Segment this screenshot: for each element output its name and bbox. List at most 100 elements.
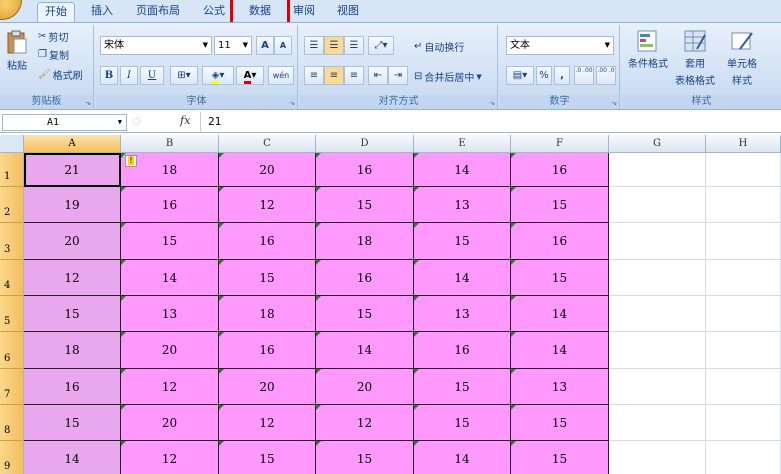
grid-cell[interactable]: 12: [121, 369, 219, 405]
column-header-g[interactable]: G: [609, 135, 706, 153]
grid-cell[interactable]: 16: [511, 153, 609, 187]
grid-cell[interactable]: 12: [219, 405, 316, 441]
column-header-e[interactable]: E: [414, 135, 511, 153]
tab-home[interactable]: 开始: [37, 2, 75, 22]
increase-decimal-button[interactable]: .0 .00: [574, 66, 594, 85]
percent-button[interactable]: %: [536, 66, 552, 85]
grid-cell[interactable]: 16: [219, 223, 316, 260]
align-top-button[interactable]: ☰: [304, 36, 324, 55]
grid-cell[interactable]: 12: [316, 405, 414, 441]
align-right-button[interactable]: ≡: [344, 66, 364, 85]
tab-review[interactable]: 审阅: [288, 2, 320, 22]
column-header-a[interactable]: A: [24, 135, 121, 153]
accounting-button[interactable]: ▤▾: [506, 66, 534, 85]
grid-cell[interactable]: 14: [316, 332, 414, 369]
office-button[interactable]: [0, 0, 22, 20]
grid-cell[interactable]: 15: [219, 441, 316, 474]
grid-cell[interactable]: 16: [511, 223, 609, 260]
dialog-launcher-icon[interactable]: ⬎: [85, 99, 91, 107]
grid-cell[interactable]: [706, 332, 781, 369]
grid-cell[interactable]: [609, 153, 706, 187]
grid-cell[interactable]: 14: [121, 260, 219, 296]
row-header[interactable]: 8: [0, 405, 24, 441]
font-name-select[interactable]: 宋体 ▼: [100, 36, 212, 55]
row-header[interactable]: 5: [0, 296, 24, 332]
dialog-launcher-icon[interactable]: ⬎: [611, 99, 617, 107]
formula-cancel-icon[interactable]: ◌: [132, 116, 141, 127]
grid-cell[interactable]: 12: [219, 187, 316, 223]
grid-cell[interactable]: 18: [316, 223, 414, 260]
cell-styles-button[interactable]: 单元格 样式: [720, 29, 764, 87]
wrap-text-button[interactable]: ↵ 自动换行: [414, 39, 464, 54]
row-header[interactable]: 9: [0, 441, 24, 474]
grid-cell[interactable]: 13: [121, 296, 219, 332]
column-header-c[interactable]: C: [219, 135, 316, 153]
grid-cell[interactable]: 15: [511, 260, 609, 296]
grid-cell[interactable]: 14: [414, 441, 511, 474]
underline-button[interactable]: U: [140, 66, 164, 85]
align-middle-button[interactable]: ☰: [324, 36, 344, 55]
grid-cell[interactable]: [706, 441, 781, 474]
conditional-formatting-button[interactable]: 条件格式: [626, 29, 670, 70]
grid-cell[interactable]: 12: [24, 260, 121, 296]
tab-insert[interactable]: 插入: [84, 2, 120, 22]
bold-button[interactable]: B: [100, 66, 118, 85]
format-as-table-button[interactable]: 套用 表格格式: [672, 29, 718, 87]
orientation-button[interactable]: ⤢▾: [368, 36, 394, 55]
grid-cell[interactable]: [706, 369, 781, 405]
grid-cell[interactable]: [706, 296, 781, 332]
grid-cell[interactable]: [609, 187, 706, 223]
grid-cell[interactable]: 20: [219, 153, 316, 187]
grid-cell[interactable]: 20: [316, 369, 414, 405]
grid-cell[interactable]: 13: [511, 369, 609, 405]
grid-cell[interactable]: 15: [316, 296, 414, 332]
dialog-launcher-icon[interactable]: ⬎: [289, 99, 295, 107]
grid-cell[interactable]: [706, 260, 781, 296]
grid-cell[interactable]: 16: [24, 369, 121, 405]
grid-cell[interactable]: 15: [219, 260, 316, 296]
grid-cell[interactable]: 20: [121, 405, 219, 441]
grid-cell[interactable]: [609, 405, 706, 441]
grid-cell[interactable]: [609, 296, 706, 332]
font-size-select[interactable]: 11 ▼: [214, 36, 252, 55]
align-bottom-button[interactable]: ☰: [344, 36, 364, 55]
copy-button[interactable]: ❐ 复制: [38, 47, 69, 62]
comma-button[interactable]: ,: [554, 66, 570, 85]
shrink-font-button[interactable]: A: [274, 36, 292, 55]
dialog-launcher-icon[interactable]: ⬎: [489, 99, 495, 107]
tab-page-layout[interactable]: 页面布局: [130, 2, 186, 22]
grid-cell[interactable]: 20: [219, 369, 316, 405]
phonetic-button[interactable]: wén: [268, 66, 294, 85]
grid-cell[interactable]: 15: [414, 405, 511, 441]
grid-cell[interactable]: [609, 260, 706, 296]
grid-cell[interactable]: 14: [414, 260, 511, 296]
increase-indent-button[interactable]: ⇥: [388, 66, 408, 85]
grid-cell[interactable]: [706, 187, 781, 223]
grid-cell[interactable]: 15: [121, 223, 219, 260]
error-warning-icon[interactable]: !: [125, 155, 137, 167]
grid-cell[interactable]: 15: [414, 223, 511, 260]
row-header[interactable]: 3: [0, 223, 24, 260]
grid-cell[interactable]: 13: [414, 187, 511, 223]
grid-cell[interactable]: [706, 153, 781, 187]
decrease-indent-button[interactable]: ⇤: [368, 66, 388, 85]
grid-cell[interactable]: [706, 405, 781, 441]
italic-button[interactable]: I: [120, 66, 138, 85]
grid-cell[interactable]: [706, 223, 781, 260]
grid-cell[interactable]: 15: [511, 441, 609, 474]
number-format-select[interactable]: 文本 ▼: [506, 36, 614, 55]
tab-formulas[interactable]: 公式: [196, 2, 232, 22]
align-center-button[interactable]: ≡: [324, 66, 344, 85]
grid-cell[interactable]: [609, 369, 706, 405]
grid-cell[interactable]: 13: [414, 296, 511, 332]
formula-input[interactable]: 21: [208, 115, 221, 128]
grid-cell[interactable]: 12: [121, 441, 219, 474]
grid-cell[interactable]: [609, 441, 706, 474]
paste-button[interactable]: 粘贴: [4, 29, 30, 72]
grid-cell[interactable]: 14: [414, 153, 511, 187]
column-header-f[interactable]: F: [511, 135, 609, 153]
grid-cell[interactable]: 15: [24, 296, 121, 332]
grid-cell[interactable]: 15: [316, 187, 414, 223]
grid-cell[interactable]: 20: [121, 332, 219, 369]
grid-cell[interactable]: 15: [511, 405, 609, 441]
